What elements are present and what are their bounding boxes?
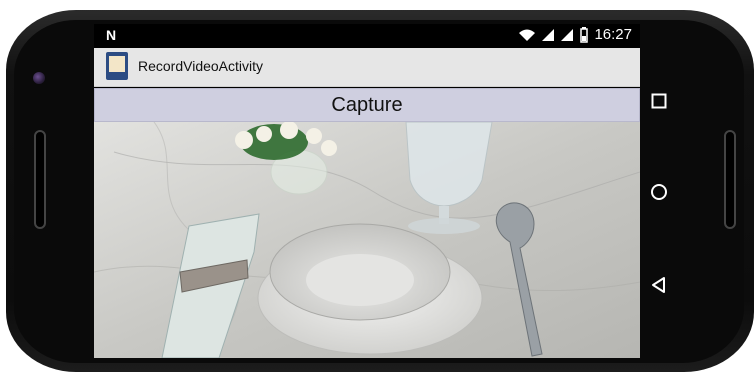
back-button[interactable] (648, 274, 670, 296)
navigation-bar (640, 24, 710, 358)
wifi-icon (519, 29, 536, 41)
camera-preview (94, 121, 640, 358)
battery-icon (580, 26, 589, 43)
front-camera (33, 72, 45, 84)
app-title: RecordVideoActivity (138, 58, 264, 74)
clock: 16:27 (594, 26, 632, 43)
square-icon (651, 93, 667, 109)
app-bar: RecordVideoActivity (94, 48, 640, 87)
capture-button[interactable]: Capture (94, 88, 640, 122)
recents-button[interactable] (648, 90, 670, 112)
speaker-grille-left (34, 130, 46, 229)
status-bar: N 16:27 (94, 24, 640, 48)
notification-icon: N (106, 27, 117, 43)
screen: N 16:27 RecordVideoActivity Capture (94, 24, 640, 358)
signal-icon (542, 28, 555, 41)
app-icon (106, 52, 128, 80)
status-icons: 16:27 (518, 26, 632, 43)
speaker-grille-right (724, 130, 736, 229)
home-button[interactable] (648, 181, 670, 203)
preview-image (94, 121, 640, 358)
triangle-icon (652, 277, 665, 293)
signal-icon-2 (561, 28, 574, 41)
circle-icon (651, 184, 667, 200)
